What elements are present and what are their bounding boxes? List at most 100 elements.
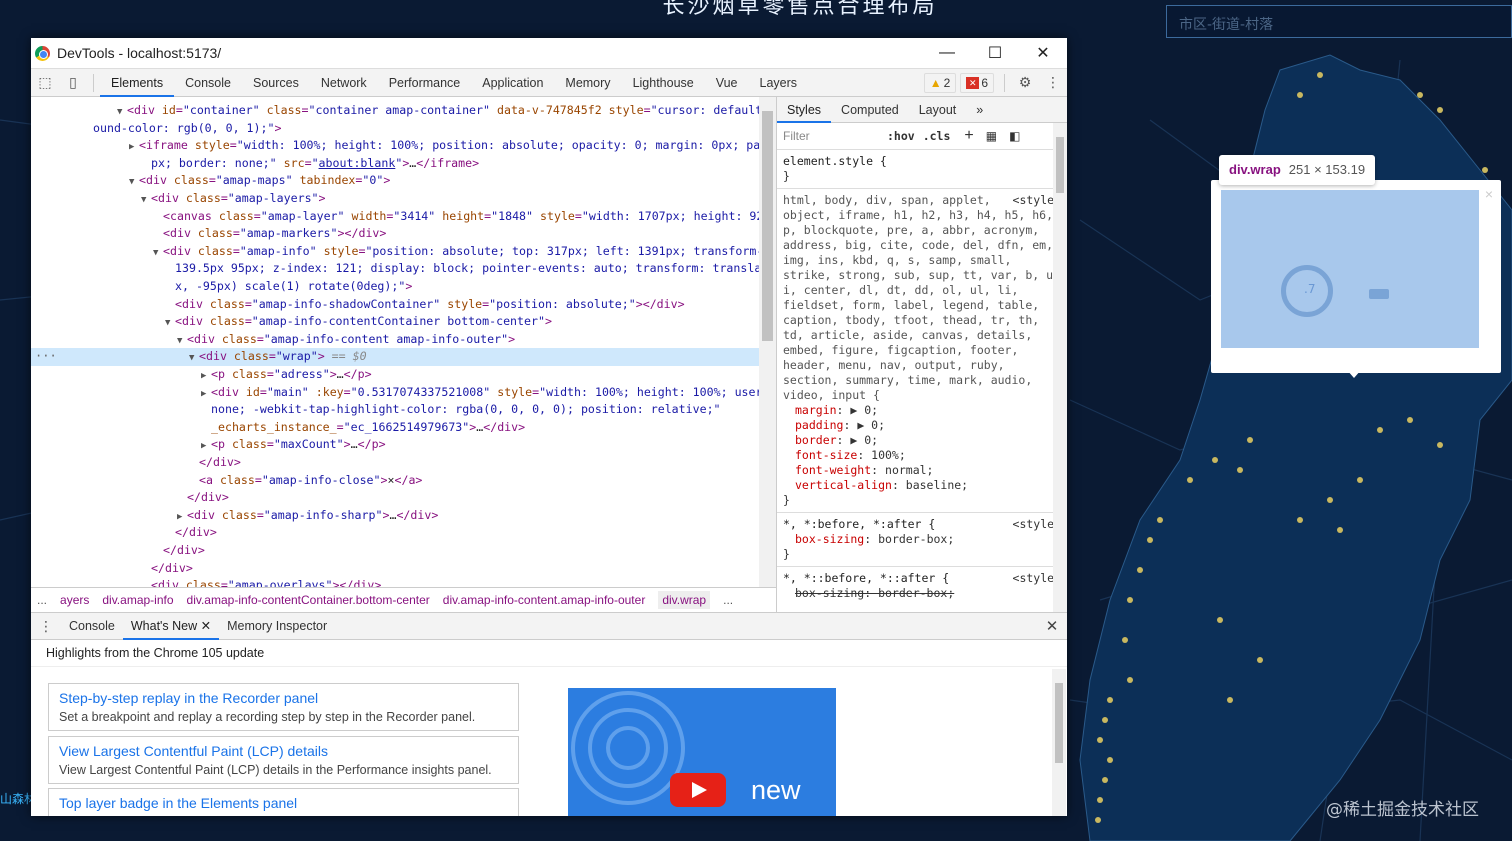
- breadcrumb-overflow[interactable]: ...: [37, 593, 47, 607]
- dom-node[interactable]: <canvas class="amap-layer" width="3414" …: [31, 208, 759, 226]
- drawer-scrollbar[interactable]: [1052, 669, 1066, 816]
- dom-node[interactable]: px; border: none;" src="about:blank">…</…: [31, 155, 479, 173]
- breadcrumb-item[interactable]: ayers: [60, 593, 89, 607]
- whats-new-video-thumbnail[interactable]: new: [568, 688, 836, 816]
- css-property[interactable]: font-weight: normal;: [783, 463, 1061, 478]
- inspect-element-icon[interactable]: ⬚: [31, 74, 59, 91]
- dom-node[interactable]: ▼ <div class="amap-layers">: [31, 190, 326, 208]
- sidebar-toggle-icon[interactable]: ◧: [1009, 129, 1020, 143]
- dom-tree-scroll-thumb[interactable]: [762, 111, 773, 341]
- drawer-tab-console[interactable]: Console: [61, 613, 123, 640]
- styles-scrollbar[interactable]: [1053, 123, 1067, 612]
- dom-node-selected[interactable]: ▼ <div class="wrap"> == $0 ···: [31, 348, 759, 366]
- tab-lighthouse[interactable]: Lighthouse: [622, 69, 705, 97]
- property-name[interactable]: vertical-align: [795, 478, 892, 492]
- property-value[interactable]: : ▶ 0;: [837, 403, 879, 417]
- breadcrumb-item[interactable]: div.wrap: [658, 591, 711, 609]
- dom-node[interactable]: <div class="amap-overlays"></div>: [31, 577, 381, 587]
- property-name[interactable]: border: [795, 433, 837, 447]
- dom-node[interactable]: ▶ <div id="main" :key="0.5317074337521008…: [31, 384, 759, 402]
- dom-tree[interactable]: ▼ <div id="container" class="container am…: [31, 97, 759, 587]
- drawer-tab-what-s-new[interactable]: What's New ✕: [122, 613, 220, 640]
- property-name[interactable]: box-sizing: [795, 532, 864, 546]
- device-toolbar-icon[interactable]: ▯: [59, 74, 87, 91]
- styles-tab-computed[interactable]: Computed: [831, 97, 909, 123]
- property-value[interactable]: border-box;: [878, 532, 954, 546]
- dom-tree-scrollbar[interactable]: [759, 97, 776, 587]
- dom-node[interactable]: ▶ <p class="maxCount">…</p>: [31, 436, 386, 454]
- errors-badge[interactable]: ✕ 6: [960, 72, 994, 93]
- warnings-badge[interactable]: ▲ 2: [923, 72, 957, 93]
- dom-node[interactable]: <div class="amap-info-shadowContainer" s…: [31, 296, 685, 314]
- whats-new-card[interactable]: Step-by-step replay in the Recorder pane…: [48, 683, 519, 731]
- styles-tab-layout[interactable]: Layout: [909, 97, 967, 123]
- tab-application[interactable]: Application: [471, 69, 554, 97]
- dom-node[interactable]: ound-color: rgb(0, 0, 1);">: [31, 120, 281, 138]
- tab-sources[interactable]: Sources: [242, 69, 310, 97]
- styles-tab-styles[interactable]: Styles: [777, 97, 832, 123]
- more-options-icon[interactable]: ⋮: [1039, 74, 1067, 91]
- property-name[interactable]: font-weight: [795, 463, 871, 477]
- dom-node[interactable]: <div class="amap-markers"></div>: [31, 225, 386, 243]
- dom-node[interactable]: </div>: [31, 524, 217, 542]
- css-property[interactable]: padding: ▶ 0;: [783, 418, 1061, 433]
- dom-node[interactable]: ▼ <div class="amap-info-contentContainer …: [31, 313, 552, 331]
- dom-node[interactable]: ▶ <iframe style="width: 100%; height: 100…: [31, 137, 759, 155]
- css-property[interactable]: vertical-align: baseline;: [783, 478, 1061, 493]
- dom-node[interactable]: 139.5px 95px; z-index: 121; display: blo…: [31, 260, 759, 278]
- tab-elements[interactable]: Elements: [100, 69, 175, 97]
- breadcrumb-item[interactable]: div.amap-info-contentContainer.bottom-ce…: [187, 593, 430, 607]
- add-rule-icon[interactable]: +: [964, 127, 973, 145]
- whats-new-card[interactable]: Top layer badge in the Elements panelIde…: [48, 788, 519, 816]
- dom-node[interactable]: </div>: [31, 542, 205, 560]
- dom-node[interactable]: x, -95px) scale(1) rotate(0deg);">: [31, 278, 412, 296]
- hov-toggle[interactable]: :hov: [887, 129, 915, 143]
- styles-tab-more[interactable]: »: [966, 97, 993, 123]
- cls-toggle[interactable]: .cls: [923, 129, 951, 143]
- styles-filter-input[interactable]: Filter: [783, 129, 887, 143]
- tab-performance[interactable]: Performance: [378, 69, 472, 97]
- element-style-rule[interactable]: element.style { }: [777, 150, 1067, 189]
- tab-network[interactable]: Network: [310, 69, 378, 97]
- breadcrumb-overflow[interactable]: ...: [723, 593, 733, 607]
- property-value[interactable]: : ▶ 0;: [837, 433, 879, 447]
- dom-node[interactable]: ▼ <div class="amap-info" style="position:…: [31, 243, 759, 261]
- region-search-input[interactable]: 市区-街道-村落: [1166, 5, 1512, 38]
- box-sizing-rule[interactable]: <style> *, *:before, *:after { box-sizin…: [777, 513, 1067, 567]
- card-title-link[interactable]: View Largest Contentful Paint (LCP) deta…: [59, 741, 508, 761]
- paint-icon[interactable]: ▦: [986, 129, 997, 143]
- overridden-property[interactable]: box-sizing: border-box;: [783, 586, 1061, 601]
- drawer-menu-icon[interactable]: ⋮: [31, 618, 61, 635]
- minimize-button[interactable]: —: [923, 44, 971, 62]
- styles-scroll-thumb[interactable]: [1056, 137, 1064, 193]
- dom-node[interactable]: ▼ <div id="container" class="container am…: [31, 102, 759, 120]
- dom-node[interactable]: ▼ <div class="amap-maps" tabindex="0">: [31, 172, 390, 190]
- dom-node[interactable]: </div>: [31, 489, 229, 507]
- css-property[interactable]: margin: ▶ 0;: [783, 403, 1061, 418]
- ua-reset-rule[interactable]: <style> html, body, div, span, applet, o…: [777, 189, 1067, 513]
- css-property[interactable]: font-size: 100%;: [783, 448, 1061, 463]
- property-value[interactable]: : normal;: [871, 463, 933, 477]
- breadcrumb-item[interactable]: div.amap-info: [102, 593, 173, 607]
- drawer-scroll-thumb[interactable]: [1055, 683, 1063, 763]
- dom-node[interactable]: none; -webkit-tap-highlight-color: rgba(…: [31, 401, 721, 419]
- card-title-link[interactable]: Top layer badge in the Elements panel: [59, 793, 508, 813]
- property-name[interactable]: padding: [795, 418, 843, 432]
- dom-node[interactable]: </div>: [31, 560, 193, 578]
- box-sizing-rule-overridden[interactable]: <style> *, *::before, *::after { box-siz…: [777, 567, 1067, 605]
- close-drawer-icon[interactable]: ✕: [1037, 617, 1067, 635]
- whats-new-card[interactable]: View Largest Contentful Paint (LCP) deta…: [48, 735, 519, 784]
- dom-node[interactable]: _echarts_instance_="ec_1662514979673">…<…: [31, 419, 525, 437]
- property-value[interactable]: : baseline;: [892, 478, 968, 492]
- dom-node[interactable]: ▶ <p class="adress">…</p>: [31, 366, 372, 384]
- dom-node[interactable]: ▼ <div class="amap-info-content amap-info…: [31, 331, 515, 349]
- maximize-button[interactable]: ☐: [971, 43, 1019, 63]
- breadcrumb-item[interactable]: div.amap-info-content.amap-info-outer: [443, 593, 646, 607]
- tab-layers[interactable]: Layers: [749, 69, 809, 97]
- property-name[interactable]: font-size: [795, 448, 857, 462]
- property-name[interactable]: margin: [795, 403, 837, 417]
- property-value[interactable]: : 100%;: [857, 448, 905, 462]
- tab-console[interactable]: Console: [174, 69, 242, 97]
- close-window-button[interactable]: ✕: [1019, 43, 1067, 63]
- youtube-play-icon[interactable]: [670, 773, 726, 807]
